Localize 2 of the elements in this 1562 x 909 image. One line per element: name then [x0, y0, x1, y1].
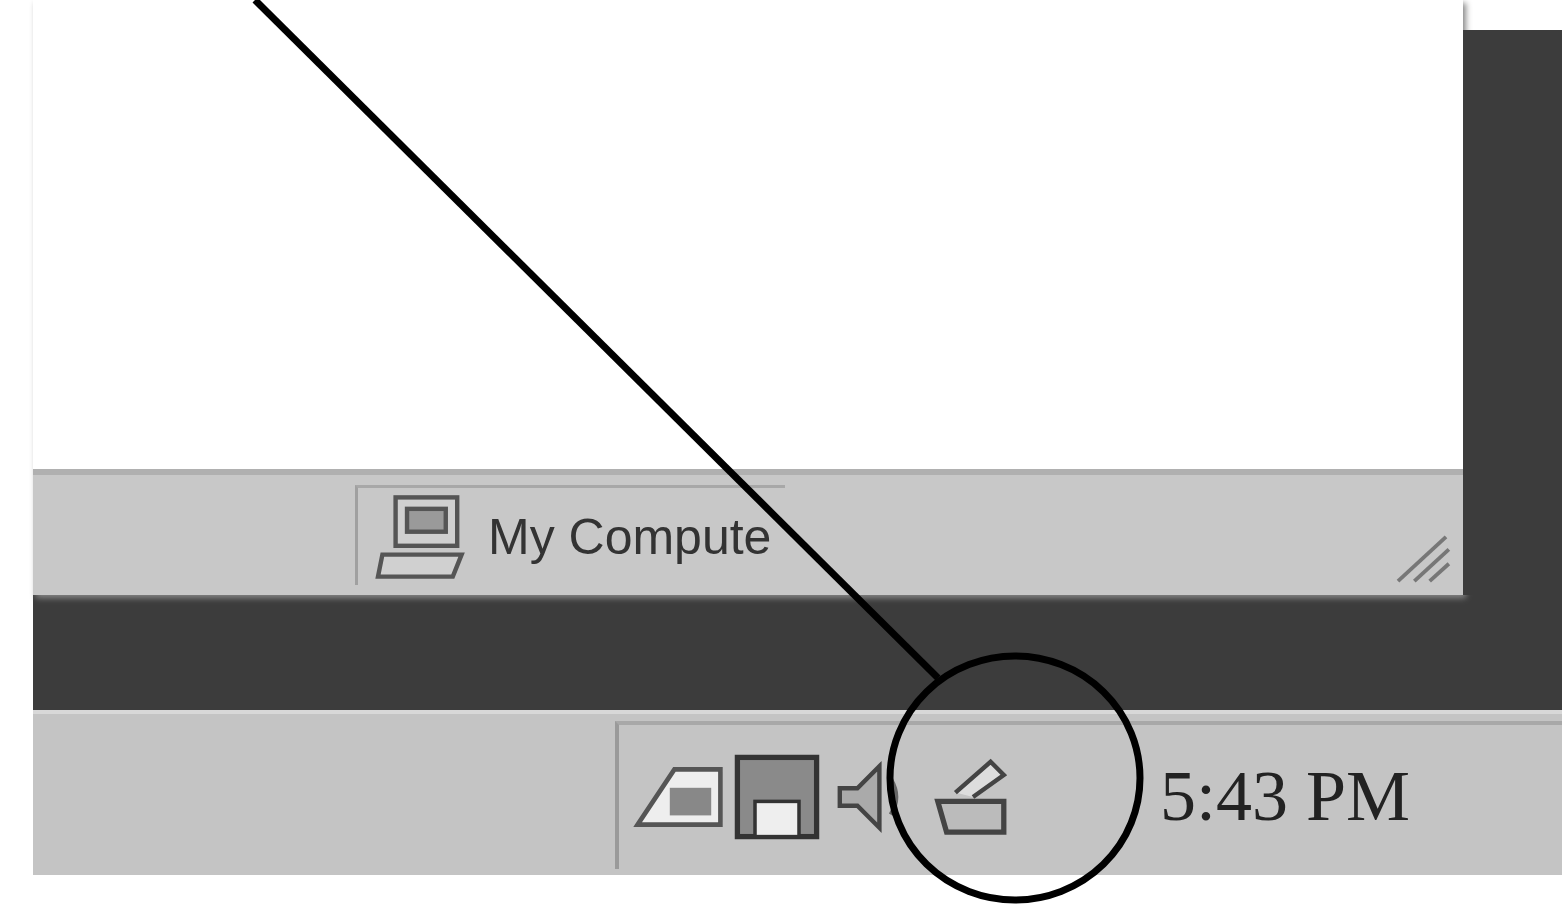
- status-text: My Compute: [488, 507, 772, 566]
- clock[interactable]: 5:43 PM: [1160, 755, 1411, 838]
